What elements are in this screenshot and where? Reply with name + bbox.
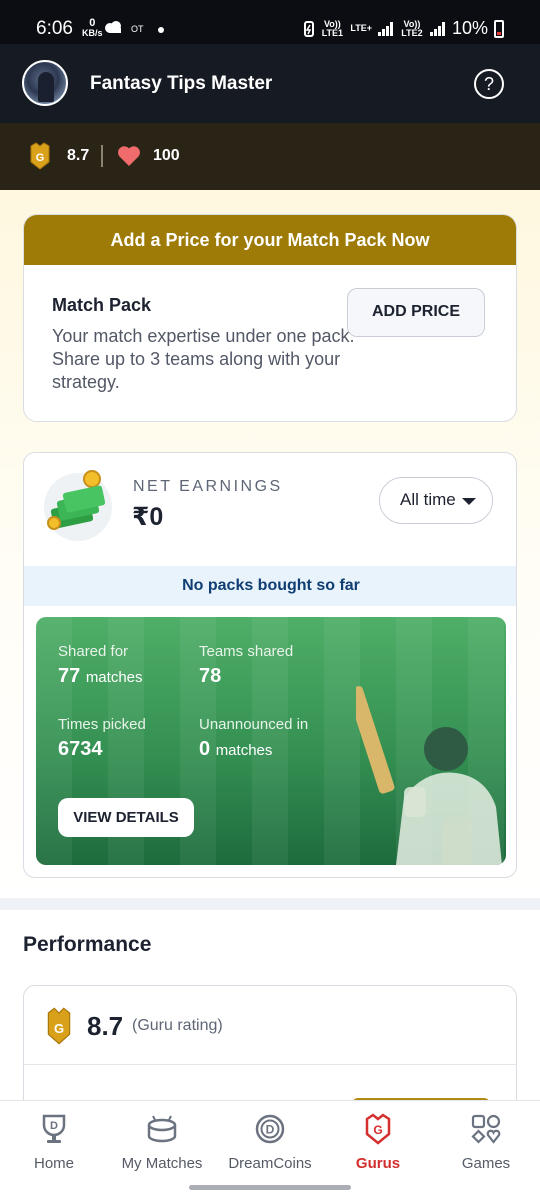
guru-badge-icon: G (47, 1007, 71, 1045)
net-earnings-card: NET EARNINGS ₹0 All time No packs bought… (23, 452, 517, 878)
times-picked-label: Times picked (58, 716, 146, 733)
help-icon[interactable]: ? (474, 69, 504, 99)
weather-cloud-icon (105, 21, 121, 33)
app-header: Fantasy Tips Master ? (0, 44, 540, 123)
net-earnings-label: NET EARNINGS (133, 478, 283, 495)
nav-label-dreamcoins: DreamCoins (228, 1155, 312, 1172)
match-pack-description: Your match expertise under one pack. Sha… (52, 326, 355, 392)
nav-item-games[interactable]: Games (432, 1101, 540, 1181)
nav-item-home[interactable]: D Home (0, 1101, 108, 1181)
sim2-label: Vo)) LTE2 (401, 18, 423, 38)
teams-shared-label: Teams shared (199, 643, 294, 660)
money-stack-icon (44, 470, 112, 541)
gesture-home-bar[interactable] (189, 1185, 351, 1190)
stadium-icon (147, 1115, 177, 1143)
svg-text:G: G (54, 1021, 64, 1036)
svg-text:D: D (50, 1120, 58, 1132)
avatar[interactable] (22, 60, 68, 106)
shared-for-value: 77 matches (58, 665, 143, 687)
nav-item-gurus[interactable]: G Gurus (324, 1101, 432, 1181)
chevron-down-icon (462, 498, 476, 505)
games-icon (471, 1114, 501, 1144)
net-speed: 0 KB/s (82, 17, 103, 38)
svg-text:G: G (373, 1123, 382, 1137)
likes-count: 100 (153, 147, 180, 164)
no-packs-notice: No packs bought so far (24, 566, 516, 606)
unannounced-label: Unannounced in (199, 716, 309, 733)
svg-text:D: D (266, 1123, 275, 1137)
guru-badge-icon: G (365, 1113, 391, 1145)
signal-icon (377, 21, 393, 36)
nav-item-my-matches[interactable]: My Matches (108, 1101, 216, 1181)
times-picked-value: 6734 (58, 738, 103, 760)
price-banner: Add a Price for your Match Pack Now (24, 215, 516, 265)
notification-dot (158, 27, 164, 33)
page-title: Fantasy Tips Master (90, 73, 273, 94)
performance-title: Performance (23, 933, 152, 956)
guru-stats-strip: G 8.7 100 (0, 123, 540, 190)
guru-rating: 8.7 (67, 147, 90, 164)
nav-label-gurus: Gurus (355, 1155, 401, 1172)
battery-percent: 10% (451, 18, 488, 38)
divider (101, 145, 103, 167)
guru-badge-icon: G (30, 142, 50, 170)
battery-saver-icon (304, 20, 315, 37)
ot-indicator: OT (131, 24, 144, 34)
shared-for-label: Shared for (58, 643, 129, 660)
status-bar: 6:06 0 KB/s OT Vo)) LTE1 LTE+ Vo)) LTE2 … (0, 0, 540, 44)
unannounced-value: 0 matches (199, 738, 273, 760)
cricketer-illustration (356, 686, 502, 865)
add-price-button[interactable]: ADD PRICE (347, 288, 485, 337)
sim1-label: Vo)) LTE1 (321, 18, 344, 38)
section-divider (0, 898, 540, 910)
heart-icon (118, 146, 140, 166)
main-content: Add a Price for your Match Pack Now Matc… (0, 190, 540, 902)
guru-rating-value: 8.7 (87, 1011, 124, 1041)
nav-item-dreamcoins[interactable]: D DreamCoins (216, 1101, 324, 1181)
time-filter-label: All time (400, 490, 456, 509)
signal-icon-2 (429, 21, 445, 36)
sharing-stats-panel: Shared for 77 matches Teams shared 78 Ti… (36, 617, 506, 865)
time-filter-dropdown[interactable]: All time (379, 477, 493, 524)
status-right: Vo)) LTE1 LTE+ Vo)) LTE2 10% (304, 18, 504, 39)
divider (24, 1064, 516, 1065)
nav-label-games: Games (461, 1155, 511, 1172)
nav-label-my-matches: My Matches (121, 1155, 203, 1172)
view-details-button[interactable]: VIEW DETAILS (58, 798, 194, 837)
svg-text:G: G (36, 152, 45, 164)
nav-label-home: Home (33, 1155, 74, 1172)
teams-shared-value: 78 (199, 665, 222, 687)
status-time: 6:06 (36, 18, 73, 39)
lte-label: LTE+ (350, 23, 372, 33)
match-pack-title: Match Pack (52, 295, 152, 315)
match-pack-price-card: Add a Price for your Match Pack Now Matc… (23, 214, 517, 422)
battery-icon (494, 19, 504, 38)
guru-rating-label: (Guru rating) (132, 1017, 223, 1034)
coin-d-icon: D (255, 1114, 285, 1144)
net-earnings-value: ₹0 (132, 503, 164, 531)
trophy-d-icon: D (42, 1114, 66, 1143)
